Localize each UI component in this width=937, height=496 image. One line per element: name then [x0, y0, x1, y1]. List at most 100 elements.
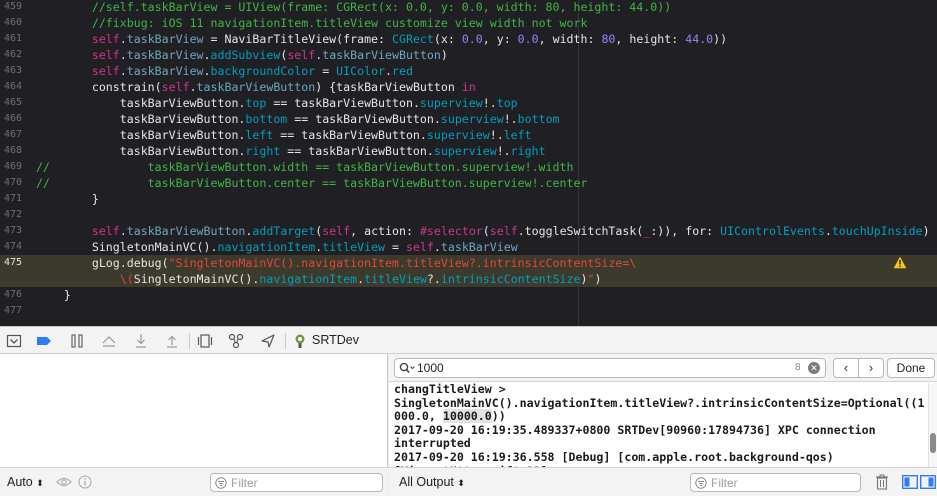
debug-target-name[interactable]: SRTDev	[312, 333, 359, 347]
find-field[interactable]: 8 ✕	[394, 358, 826, 378]
console-filter-field[interactable]: Filter	[690, 473, 861, 492]
scrollbar-thumb[interactable]	[930, 433, 936, 453]
code-line[interactable]: 469 // taskBarViewButton.width == taskBar…	[0, 159, 937, 175]
code-token: titleView	[364, 272, 427, 286]
code-token: taskBarView	[126, 32, 204, 46]
code-text: self.taskBarView.backgroundColor = UICol…	[36, 63, 413, 79]
variables-filter-field[interactable]: Filter	[210, 473, 383, 492]
console-output[interactable]: changTitleView > SingletonMainVC().naviga…	[394, 383, 924, 467]
simulate-location-icon[interactable]	[260, 333, 276, 349]
code-token: navigationItem	[259, 272, 358, 286]
step-over-icon[interactable]	[101, 333, 117, 349]
code-token: =	[385, 240, 406, 254]
code-token: :)), for:	[650, 224, 721, 238]
show-variables-view-icon[interactable]	[902, 475, 918, 489]
target-app-icon	[295, 334, 305, 348]
line-number[interactable]: 469	[0, 159, 22, 175]
hide-debug-area-icon[interactable]	[6, 333, 22, 349]
code-token: .	[119, 48, 127, 62]
line-number[interactable]: 466	[0, 111, 22, 127]
code-token: (	[482, 224, 490, 238]
line-number[interactable]: 472	[0, 207, 22, 223]
line-number[interactable]: 460	[0, 15, 22, 31]
line-number[interactable]: 477	[0, 303, 22, 319]
code-token: red	[392, 64, 413, 78]
line-number[interactable]: 471	[0, 191, 22, 207]
line-number[interactable]: 475	[0, 255, 22, 271]
line-number[interactable]: 461	[0, 31, 22, 47]
console-text: 000.0,	[394, 409, 443, 424]
line-number[interactable]: 462	[0, 47, 22, 63]
code-line[interactable]: 477	[0, 303, 937, 319]
find-input[interactable]	[417, 360, 787, 376]
code-line[interactable]: 464 constrain(self.taskBarViewButton) {t…	[0, 79, 937, 95]
code-line[interactable]: \(SingletonMainVC().navigationItem.title…	[0, 271, 937, 287]
code-line[interactable]: 468 taskBarViewButton.right == taskBarVi…	[0, 143, 937, 159]
code-token: 80	[601, 32, 616, 46]
search-icon[interactable]	[399, 362, 415, 374]
code-token: UIColor	[336, 64, 386, 78]
code-token: self	[91, 32, 120, 46]
done-button[interactable]: Done	[887, 358, 935, 378]
pause-icon[interactable]	[69, 333, 85, 349]
code-line[interactable]: 473 self.taskBarViewButton.addTarget(sel…	[0, 223, 937, 239]
show-console-view-icon[interactable]	[920, 475, 936, 489]
line-number[interactable]: 476	[0, 287, 22, 303]
console-text: 2017-09-20 16:19:35.489337+0800 SRTDev[9…	[394, 422, 876, 437]
code-token: .	[203, 48, 211, 62]
line-number[interactable]: 473	[0, 223, 22, 239]
line-number[interactable]: 459	[0, 0, 22, 15]
view-hierarchy-icon[interactable]	[197, 333, 213, 349]
code-token: titleView	[322, 240, 386, 254]
line-number[interactable]: 467	[0, 127, 22, 143]
line-number[interactable]: 474	[0, 239, 22, 255]
code-line[interactable]: 465 taskBarViewButton.top == taskBarView…	[0, 95, 937, 111]
code-line[interactable]: 466 taskBarViewButton.bottom == taskBarV…	[0, 111, 937, 127]
code-line[interactable]: 460 //fixbug: iOS 11 navigationItem.titl…	[0, 15, 937, 31]
code-token: addTarget	[252, 224, 316, 238]
step-into-icon[interactable]	[133, 333, 149, 349]
code-token: self	[405, 240, 434, 254]
warning-icon[interactable]	[893, 256, 907, 269]
code-line[interactable]: 459 //self.taskBarView = UIView(frame: C…	[0, 0, 937, 15]
code-line[interactable]: 474 SingletonMainVC().navigationItem. tit…	[0, 239, 937, 255]
source-editor[interactable]: 459 //self.taskBarView = UIView(frame: C…	[0, 0, 937, 326]
next-match-button[interactable]: ›	[858, 358, 884, 378]
step-out-icon[interactable]	[164, 333, 180, 349]
line-number[interactable]: 468	[0, 143, 22, 159]
code-token: taskBarViewButton.	[36, 144, 246, 158]
code-token: =	[315, 64, 337, 78]
clear-search-icon[interactable]: ✕	[808, 362, 820, 374]
info-icon[interactable]	[78, 475, 92, 489]
console-scrollbar[interactable]	[928, 383, 937, 467]
code-text: //fixbug: iOS 11 navigationItem.titleVie…	[36, 15, 588, 31]
code-token: == taskBarViewButton.	[266, 96, 420, 110]
code-line[interactable]: 472	[0, 207, 937, 223]
code-line[interactable]: 470 // taskBarViewButton.center == taskBa…	[0, 175, 937, 191]
code-line[interactable]: 467 taskBarViewButton.left == taskBarVie…	[0, 127, 937, 143]
breakpoints-toggle-icon[interactable]	[36, 333, 52, 349]
trash-icon[interactable]	[875, 474, 889, 490]
code-line[interactable]: 476 }	[0, 287, 937, 303]
line-number[interactable]: 463	[0, 63, 22, 79]
output-selector[interactable]: All Output ⬍	[399, 475, 465, 489]
console-line: changTitleView >	[394, 383, 924, 397]
code-line[interactable]: 463 self.taskBarView.backgroundColor = U…	[0, 63, 937, 79]
code-line[interactable]: 471 }	[0, 191, 937, 207]
line-number[interactable]: 465	[0, 95, 22, 111]
code-line[interactable]: 475 gLog.debug("SingletonMainVC().naviga…	[0, 255, 937, 271]
code-line[interactable]: 462 self.taskBarView.addSubview(self.tas…	[0, 47, 937, 63]
memory-graph-icon[interactable]	[228, 333, 244, 349]
code-token: , height:	[615, 32, 686, 46]
code-line[interactable]: 461 self.taskBarView = NaviBarTitleView(…	[0, 31, 937, 47]
scope-selector[interactable]: Auto ⬍	[7, 475, 44, 489]
eye-icon[interactable]	[56, 476, 72, 488]
line-number[interactable]: 470	[0, 175, 22, 191]
line-number[interactable]: 464	[0, 79, 22, 95]
code-token: CGRect	[392, 32, 434, 46]
previous-match-button[interactable]: ‹	[833, 358, 859, 378]
